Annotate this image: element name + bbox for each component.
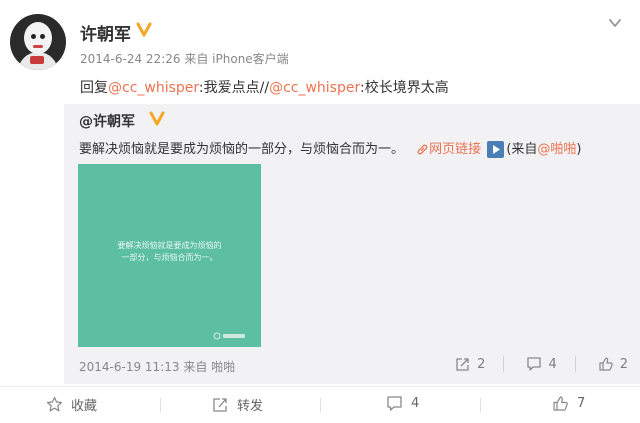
quoted-timestamp[interactable]: 2014-6-19 11:13 <box>79 360 180 374</box>
thumbs-up-icon <box>553 396 568 411</box>
post-timestamp[interactable]: 2014-6-24 22:26 <box>80 52 181 66</box>
avatar-mouth <box>33 45 43 48</box>
forward-button[interactable]: 转发 <box>212 395 263 414</box>
divider <box>574 356 576 372</box>
divider <box>480 398 481 412</box>
reply-text-2: :校长境界太高 <box>360 80 449 96</box>
quoted-image[interactable]: 要解决烦恼就是要成为烦恼的 一部分，与烦恼合而为一。 <box>78 164 261 347</box>
quoted-author-name[interactable]: @许朝军 <box>79 111 135 131</box>
quoted-comment-count: 4 <box>548 356 557 372</box>
quoted-source-prefix: 来自 <box>183 360 208 374</box>
avatar[interactable] <box>10 14 66 70</box>
verified-badge-icon <box>149 111 165 126</box>
post-text: 回复@cc_whisper:我爱点点//@cc_whisper:校长境界太高 <box>80 77 449 97</box>
quoted-source-open: (来自 <box>506 142 538 157</box>
comment-icon <box>387 396 402 411</box>
divider <box>320 398 321 412</box>
author-name[interactable]: 许朝军 <box>80 20 131 45</box>
forward-icon <box>213 398 227 412</box>
quoted-post: @许朝军 要解决烦恼就是要成为烦恼的一部分，与烦恼合而为一。 网页链接 (来自@… <box>64 104 640 384</box>
post-meta: 2014-6-24 22:26 来自 iPhone客户端 <box>80 50 289 67</box>
thumbs-up-icon <box>599 357 613 371</box>
quoted-like-count: 2 <box>619 356 628 372</box>
action-bar: 收藏 转发 4 7 <box>0 386 640 423</box>
like-count: 7 <box>577 396 586 411</box>
avatar-eye-right <box>40 34 45 39</box>
star-icon <box>46 396 63 412</box>
avatar-eye-left <box>31 34 36 39</box>
reply-text-1: :我爱点点// <box>198 80 270 96</box>
quoted-comment-button[interactable]: 4 <box>526 356 557 372</box>
comment-count: 4 <box>411 396 420 411</box>
quoted-source[interactable]: 啪啪 <box>211 360 235 374</box>
quoted-source-close: ) <box>576 142 582 157</box>
mention-link[interactable]: @cc_whisper <box>269 80 360 96</box>
quoted-text-body: 要解决烦恼就是要成为烦恼的一部分，与烦恼合而为一。 <box>79 142 405 157</box>
comment-button[interactable]: 4 <box>386 395 419 412</box>
favorite-label: 收藏 <box>71 399 98 414</box>
image-text-line: 一部分，与烦恼合而为一。 <box>121 253 218 262</box>
reply-prefix: 回复 <box>80 80 108 96</box>
web-link[interactable]: 网页链接 <box>429 142 481 157</box>
quoted-like-button[interactable]: 2 <box>598 356 628 372</box>
link-icon <box>417 144 428 155</box>
quoted-meta: 2014-6-19 11:13 来自 啪啪 <box>79 358 235 375</box>
source-app-link[interactable]: @啪啪 <box>537 142 576 157</box>
post-source[interactable]: iPhone客户端 <box>212 52 289 66</box>
mention-link[interactable]: @cc_whisper <box>108 80 199 96</box>
post-source-prefix: 来自 <box>184 52 209 66</box>
avatar-red-patch <box>30 56 44 64</box>
forward-icon <box>456 358 469 371</box>
divider <box>160 398 161 412</box>
chevron-down-icon[interactable] <box>606 14 624 32</box>
comment-icon <box>527 357 542 371</box>
favorite-button[interactable]: 收藏 <box>46 395 97 414</box>
watermark-logo-icon <box>213 332 245 340</box>
quoted-forward-count: 2 <box>477 356 486 372</box>
divider <box>503 356 505 372</box>
image-text-line: 要解决烦恼就是要成为烦恼的 <box>117 241 222 250</box>
quoted-text: 要解决烦恼就是要成为烦恼的一部分，与烦恼合而为一。 网页链接 (来自@啪啪) <box>79 138 581 158</box>
forward-label: 转发 <box>237 399 264 414</box>
avatar-face <box>24 22 52 54</box>
like-button[interactable]: 7 <box>552 395 585 412</box>
play-video-icon[interactable] <box>487 141 505 158</box>
quoted-forward-button[interactable]: 2 <box>455 356 485 372</box>
quoted-actions: 2 4 2 <box>433 354 628 374</box>
verified-badge-icon <box>136 22 152 37</box>
